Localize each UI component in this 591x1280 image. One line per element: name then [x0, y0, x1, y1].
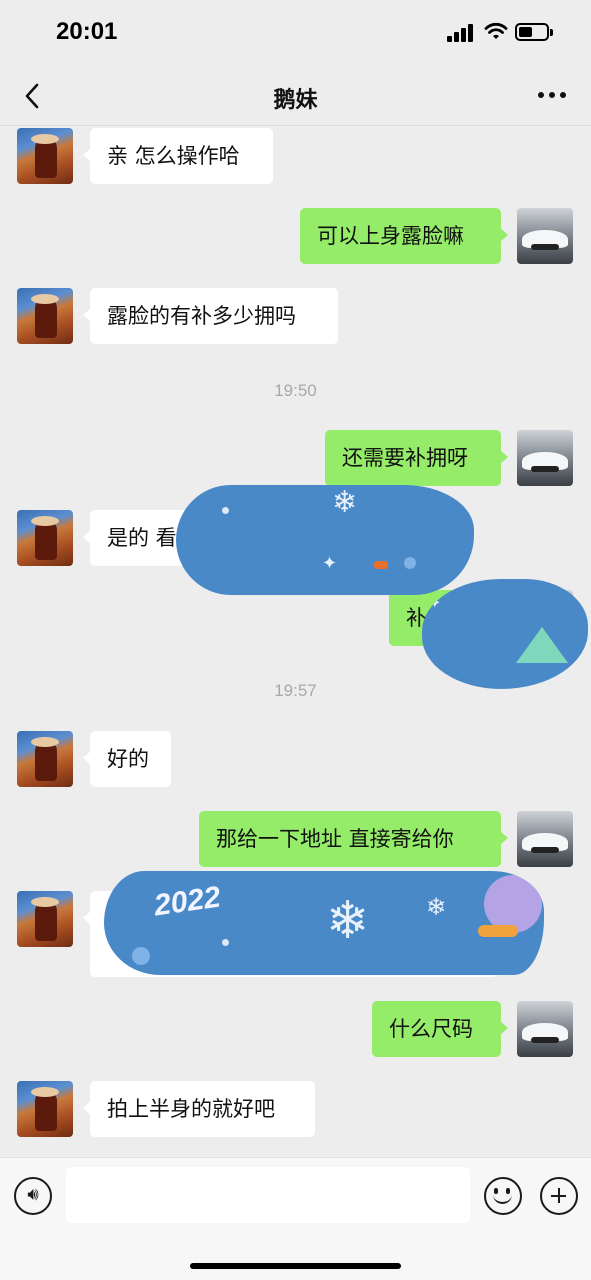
my-avatar[interactable]	[517, 430, 573, 486]
message-input[interactable]	[66, 1167, 470, 1223]
wifi-icon	[484, 22, 508, 39]
sticker-year-text: 2022	[151, 880, 223, 923]
message-bubble-outgoing[interactable]: 什么尺码	[372, 1001, 508, 1057]
timestamp: 19:50	[274, 381, 317, 400]
plus-circle-icon[interactable]	[540, 1177, 578, 1215]
snowflake-icon: ❄	[332, 485, 358, 520]
contact-avatar[interactable]	[17, 128, 73, 184]
redaction-sticker: ❄ ✦	[176, 485, 474, 595]
redaction-sticker: ✦	[422, 579, 588, 689]
snowflake-icon: ❄	[326, 891, 370, 951]
contact-avatar[interactable]	[17, 891, 73, 947]
contact-avatar[interactable]	[17, 510, 73, 566]
contact-avatar[interactable]	[17, 731, 73, 787]
snowflake-icon: ❄	[426, 893, 447, 921]
sticker-dot	[374, 561, 388, 569]
status-bar: 20:01	[0, 0, 591, 68]
chat-title: 鹅妹	[273, 88, 318, 113]
cellular-signal-icon	[447, 24, 475, 42]
status-time: 20:01	[56, 18, 118, 45]
tree-icon	[516, 627, 568, 663]
timestamp: 19:57	[274, 681, 317, 700]
sparkle-icon: ✦	[428, 593, 442, 612]
nav-bar: 鹅妹	[0, 68, 591, 126]
message-bubble-incoming[interactable]: 好的	[83, 731, 171, 787]
emoji-icon[interactable]	[484, 1177, 522, 1215]
sparkle-icon: ✦	[322, 553, 338, 574]
message-list[interactable]: 亲 怎么操作哈 可以上身露脸嘛 露脸的有补多少拥吗 19:50 还需要补拥呀 是…	[0, 127, 591, 1157]
message-bubble-outgoing[interactable]: 还需要补拥呀	[325, 430, 508, 486]
message-bubble-incoming[interactable]: 露脸的有补多少拥吗	[83, 288, 338, 344]
redaction-sticker: 2022 ❄ ❄	[104, 871, 544, 975]
input-bar: 🔊︎	[0, 1157, 591, 1280]
message-bubble-incoming[interactable]: 拍上半身的就好吧	[83, 1081, 315, 1137]
contact-avatar[interactable]	[17, 1081, 73, 1137]
message-bubble-incoming[interactable]: 亲 怎么操作哈	[83, 128, 273, 184]
message-bubble-outgoing[interactable]: 可以上身露脸嘛	[300, 208, 508, 264]
sticker-dot	[132, 947, 150, 965]
scarf-icon	[478, 925, 518, 937]
my-avatar[interactable]	[517, 811, 573, 867]
home-indicator[interactable]	[190, 1263, 401, 1269]
message-bubble-outgoing[interactable]: 那给一下地址 直接寄给你	[199, 811, 508, 867]
sticker-dot	[222, 507, 229, 514]
contact-avatar[interactable]	[17, 288, 73, 344]
sticker-dot	[222, 939, 229, 946]
battery-icon	[515, 23, 553, 41]
voice-input-icon[interactable]: 🔊︎	[14, 1177, 52, 1215]
more-dots-icon[interactable]	[538, 92, 566, 100]
battery-level	[519, 27, 532, 37]
my-avatar[interactable]	[517, 208, 573, 264]
my-avatar[interactable]	[517, 1001, 573, 1057]
sticker-dot	[404, 557, 416, 569]
